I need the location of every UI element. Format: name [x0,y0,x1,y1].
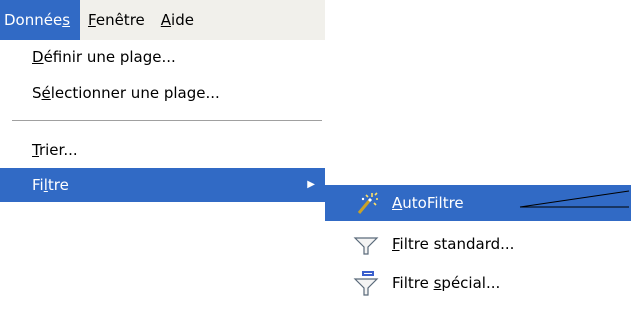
sort-accel: T [32,141,39,159]
special-filter-label: Filtre spécial... [392,265,500,301]
menu-fenetre-accel: F [88,11,96,29]
funnel-special-icon [353,271,379,296]
menu-aide-accel: A [160,11,172,29]
select-range-pre: S [32,84,42,102]
sort-text: rier... [38,141,78,159]
menu-item-sort[interactable]: Trier... [0,133,325,167]
funnel-icon [353,237,379,255]
autofilter-wand-icon [357,192,378,214]
menu-donnees-label-pre: Donnée [4,11,63,29]
filter-pre: Fi [32,176,44,194]
autofilter-label: AutoFiltre [392,185,464,221]
submenu-item-standard-filter[interactable]: Filtre standard... [325,226,631,262]
special-filter-text: pécial... [441,274,501,292]
submenu-item-autofilter[interactable]: AutoFiltre [325,185,631,221]
define-range-text: éfinir une plage... [43,48,176,66]
menu-fenetre-label-post: enêtre [95,11,145,29]
menu-item-select-range[interactable]: Sélectionner une plage... [0,76,325,110]
standard-filter-accel: F [392,235,400,253]
donnees-dropdown: Définir une plage... Sélectionner une pl… [0,40,325,238]
autofilter-text: utoFiltre [402,194,464,212]
select-range-label: Sélectionner une plage... [32,76,220,110]
select-range-text: lectionner une plage... [50,84,220,102]
screenshot-stage: Données Fenêtre Aide Définir une plage..… [0,0,631,309]
menu-donnees-accel: s [62,11,71,29]
filter-label: Filtre [32,168,69,202]
define-range-label: Définir une plage... [32,40,176,74]
submenu-arrow-icon: ▶ [307,179,315,190]
sort-label: Trier... [32,133,78,167]
autofilter-accel: A [392,194,403,212]
menu-donnees[interactable]: Données [0,0,81,40]
select-range-accel: é [41,84,51,102]
menu-fenetre[interactable]: Fenêtre [80,0,153,40]
define-range-accel: D [32,48,44,66]
menu-bar: Données Fenêtre Aide [0,0,325,40]
menu-aide[interactable]: Aide [153,0,202,40]
menu-aide-label-post: ide [171,11,194,29]
special-filter-pre: Filtre [392,274,434,292]
filter-submenu: AutoFiltre Filtre standard... Filtre spé… [325,185,631,309]
menu-item-define-range[interactable]: Définir une plage... [0,40,325,74]
filter-text: tre [47,176,69,194]
menu-separator [12,120,322,122]
menu-item-filter[interactable]: Filtre ▶ [0,168,325,202]
submenu-item-special-filter[interactable]: Filtre spécial... [325,265,631,301]
standard-filter-label: Filtre standard... [392,226,514,262]
standard-filter-text: iltre standard... [399,235,515,253]
